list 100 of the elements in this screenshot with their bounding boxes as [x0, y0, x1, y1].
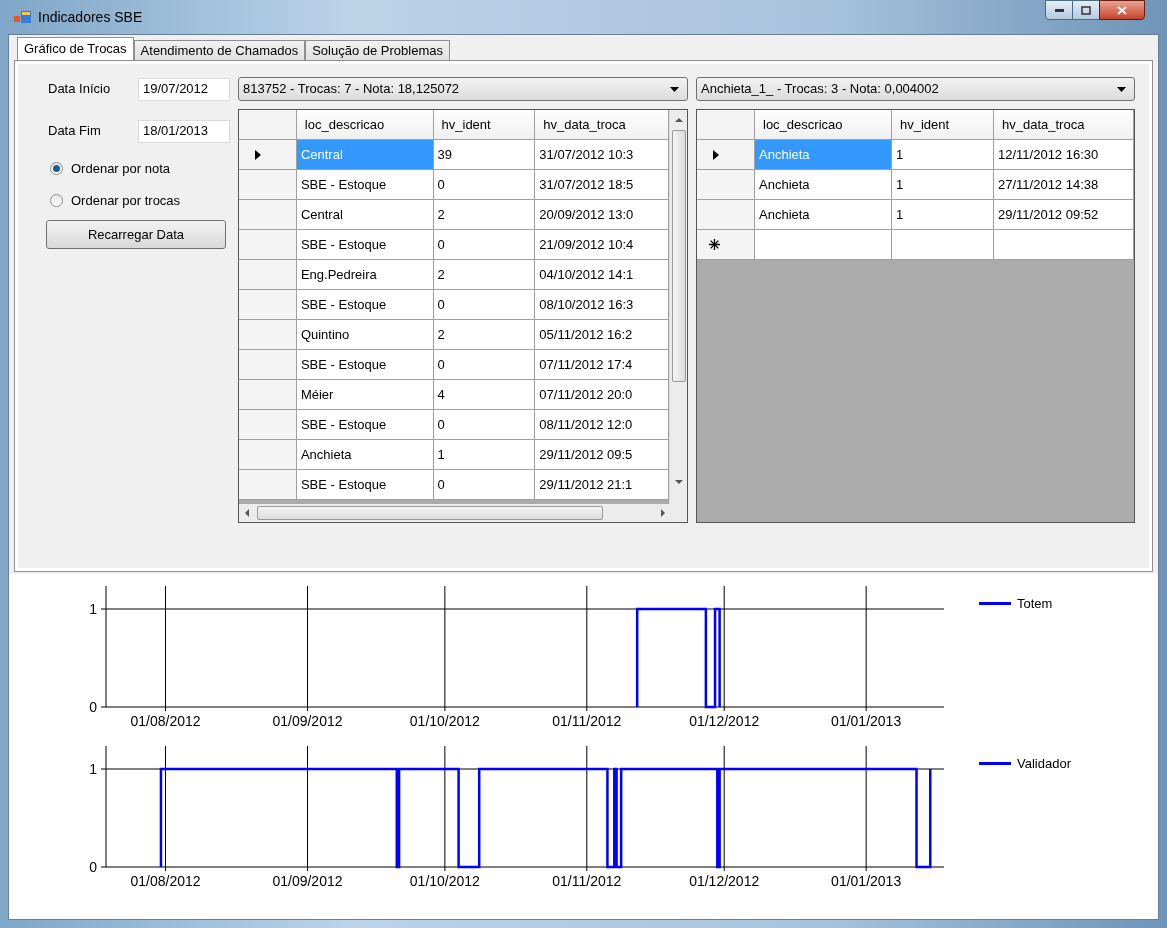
- dropdown[interactable]: Anchieta_1_ - Trocas: 3 - Nota: 0,004002: [696, 77, 1135, 101]
- row-header[interactable]: [239, 290, 297, 320]
- row-pointer-icon: [255, 149, 261, 160]
- table-cell: 1: [892, 200, 994, 230]
- table-cell: Anchieta: [755, 200, 892, 230]
- table-cell: 04/10/2012 14:1: [535, 260, 669, 290]
- maximize-button[interactable]: [1073, 0, 1099, 20]
- row-header[interactable]: [239, 470, 297, 500]
- column-header[interactable]: loc_descricao: [296, 110, 434, 140]
- table-cell: 0: [433, 230, 536, 260]
- column-header[interactable]: loc_descricao: [755, 110, 892, 140]
- y-tick-label: 0: [89, 859, 97, 875]
- x-tick-label: 01/01/2013: [831, 873, 902, 889]
- field-label: Data Fim: [48, 122, 101, 141]
- table-cell: 29/11/2012 09:5: [535, 440, 669, 470]
- dropdown[interactable]: 813752 - Trocas: 7 - Nota: 18,125072: [238, 77, 688, 101]
- column-header[interactable]: hv_ident: [433, 110, 536, 140]
- table-cell: 39: [433, 140, 536, 170]
- vertical-scrollbar[interactable]: [669, 110, 687, 504]
- table-cell: Anchieta: [755, 140, 892, 170]
- table-cell: 29/11/2012 09:52: [994, 200, 1134, 230]
- date-field[interactable]: 19/07/2012: [138, 77, 230, 101]
- table-cell: SBE - Estoque: [296, 170, 434, 200]
- x-tick-label: 01/12/2012: [689, 713, 760, 729]
- scroll-up-icon: [674, 118, 683, 122]
- x-tick-label: 01/09/2012: [272, 873, 343, 889]
- row-header[interactable]: [239, 380, 297, 410]
- table-cell: Quintino: [296, 320, 434, 350]
- close-button[interactable]: [1099, 0, 1145, 20]
- row-header[interactable]: [697, 200, 755, 230]
- column-header[interactable]: hv_data_troca: [535, 110, 669, 140]
- row-header[interactable]: [239, 230, 297, 260]
- x-tick-label: 01/10/2012: [409, 873, 480, 889]
- tab[interactable]: Atendimento de Chamados: [133, 40, 306, 60]
- x-tick-label: 01/10/2012: [409, 713, 480, 729]
- table-cell: 20/09/2012 13:0: [535, 200, 669, 230]
- scroll-left-icon: [245, 509, 249, 517]
- table-cell: Central: [296, 140, 434, 170]
- radio-label[interactable]: Ordenar por trocas: [71, 190, 181, 210]
- field-label: Data Início: [48, 80, 111, 99]
- table-cell: SBE - Estoque: [296, 470, 434, 500]
- row-header[interactable]: [239, 140, 297, 170]
- table-cell: 07/11/2012 20:0: [535, 380, 669, 410]
- x-tick-label: 01/08/2012: [130, 713, 201, 729]
- x-tick-label: 01/11/2012: [552, 713, 622, 729]
- x-tick-label: 01/08/2012: [130, 873, 201, 889]
- scroll-thumb[interactable]: [671, 130, 686, 382]
- scroll-right-icon: [661, 509, 665, 517]
- table-cell: SBE - Estoque: [296, 230, 434, 260]
- x-tick-label: 01/11/2012: [552, 873, 622, 889]
- tab[interactable]: Gráfico de Trocas: [17, 37, 134, 60]
- row-pointer-icon: [713, 149, 719, 160]
- table-cell: 4: [433, 380, 536, 410]
- legend-line: [979, 761, 1011, 766]
- row-header[interactable]: [239, 200, 297, 230]
- x-tick-label: 01/09/2012: [272, 713, 343, 729]
- table-cell: 31/07/2012 10:3: [535, 140, 669, 170]
- row-header[interactable]: [239, 410, 297, 440]
- x-tick-label: 01/12/2012: [689, 873, 760, 889]
- table-cell: 0: [433, 410, 536, 440]
- y-tick-label: 0: [89, 699, 97, 715]
- row-header[interactable]: [239, 260, 297, 290]
- x-tick-label: 01/01/2013: [831, 713, 902, 729]
- tab[interactable]: Solução de Problemas: [305, 40, 450, 60]
- date-field[interactable]: 18/01/2013: [138, 119, 230, 143]
- row-header[interactable]: [239, 350, 297, 380]
- table-cell: 08/10/2012 16:3: [535, 290, 669, 320]
- row-header[interactable]: [239, 320, 297, 350]
- row-header[interactable]: [239, 170, 297, 200]
- close-icon: [1117, 5, 1127, 15]
- table-cell: 05/11/2012 16:2: [535, 320, 669, 350]
- table-cell: 0: [433, 470, 536, 500]
- table-cell: 12/11/2012 16:30: [994, 140, 1134, 170]
- horizontal-scrollbar[interactable]: [239, 504, 687, 522]
- scroll-thumb[interactable]: [257, 506, 603, 520]
- reload-button[interactable]: Recarregar Data: [46, 220, 226, 249]
- caret-icon: [670, 86, 679, 92]
- minimize-icon: [1054, 8, 1064, 12]
- minimize-button[interactable]: [1045, 0, 1073, 20]
- row-header[interactable]: [697, 140, 755, 170]
- table-cell: SBE - Estoque: [296, 290, 434, 320]
- row-header[interactable]: [697, 230, 755, 260]
- row-header[interactable]: [697, 170, 755, 200]
- table-cell: 31/07/2012 18:5: [535, 170, 669, 200]
- table-cell: 29/11/2012 21:1: [535, 470, 669, 500]
- legend-label: Totem: [1017, 595, 1053, 613]
- radio-label[interactable]: Ordenar por nota: [71, 159, 170, 179]
- table-cell: 27/11/2012 14:38: [994, 170, 1134, 200]
- y-tick-label: 1: [89, 601, 97, 617]
- column-header[interactable]: hv_data_troca: [994, 110, 1134, 140]
- table-cell: Anchieta: [755, 170, 892, 200]
- radio-button[interactable]: [50, 193, 63, 207]
- window-title: Indicadores SBE: [38, 7, 143, 27]
- row-header[interactable]: [239, 440, 297, 470]
- table-cell: 0: [433, 350, 536, 380]
- caret-icon: [1117, 86, 1126, 92]
- radio-button[interactable]: [50, 162, 63, 176]
- table-cell: Eng.Pedreira: [296, 260, 434, 290]
- column-header[interactable]: hv_ident: [892, 110, 994, 140]
- tick-mark: [100, 706, 107, 708]
